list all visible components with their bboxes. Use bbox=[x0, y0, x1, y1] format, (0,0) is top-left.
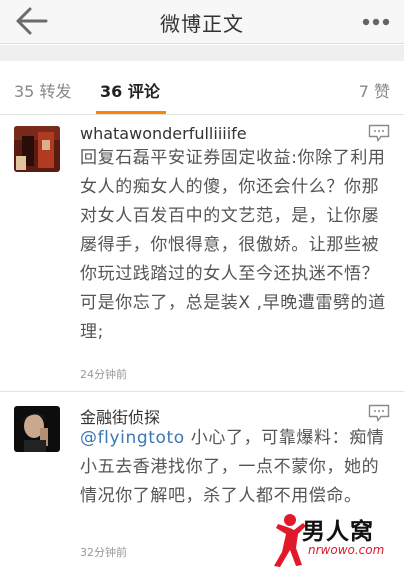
reply-comment-icon[interactable] bbox=[368, 404, 390, 422]
reply-comment-icon[interactable] bbox=[368, 124, 390, 142]
comment-username[interactable]: whatawonderfulliiiife bbox=[80, 124, 247, 143]
tab-repost[interactable]: 35 转发 bbox=[14, 78, 71, 102]
user-mention-link[interactable]: @flyingtoto bbox=[80, 428, 185, 448]
comment-timestamp: 24分钟前 bbox=[80, 368, 127, 381]
more-dots-icon[interactable] bbox=[358, 6, 394, 36]
comment-text: @flyingtoto 小心了，可靠爆料：痴情小五去香港找你了，一点不蒙你，她的… bbox=[80, 424, 390, 511]
section-gap bbox=[0, 45, 404, 61]
watermark-brand: 男人窝 bbox=[302, 519, 374, 545]
tab-comment[interactable]: 36 评论 bbox=[100, 78, 160, 102]
active-tab-indicator bbox=[96, 111, 166, 114]
avatar[interactable] bbox=[14, 406, 60, 452]
comment-item: whatawonderfulliiiife 回复石磊平安证券固定收益:你除了利用… bbox=[0, 116, 404, 392]
stats-tab-bar: 35 转发 36 评论 7 赞 bbox=[0, 61, 404, 115]
watermark-url: nrwowo.com bbox=[308, 543, 385, 557]
avatar[interactable] bbox=[14, 126, 60, 172]
site-watermark: 男人窝 nrwowo.com bbox=[268, 512, 400, 568]
top-nav-bar: 微博正文 bbox=[0, 0, 404, 44]
comment-text: 回复石磊平安证券固定收益:你除了利用女人的痴女人的傻，你还会什么？你那对女人百发… bbox=[80, 148, 386, 342]
tab-like[interactable]: 7 赞 bbox=[359, 78, 390, 102]
page-title: 微博正文 bbox=[160, 12, 244, 36]
comment-timestamp: 32分钟前 bbox=[80, 546, 127, 559]
